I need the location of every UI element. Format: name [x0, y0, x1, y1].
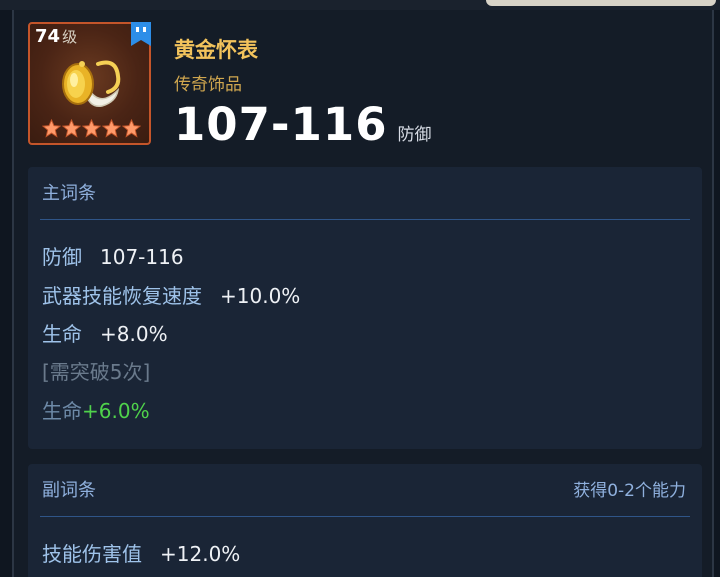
stat-name: 武器技能恢复速度 [42, 284, 202, 308]
stat-name: 防御 [42, 245, 82, 269]
star-icon [102, 119, 121, 138]
sub-stats-section: 副词条 获得0-2个能力 技能伤害值 +12.0% [28, 464, 702, 577]
stat-value: +10.0% [220, 284, 301, 308]
star-icon [122, 119, 141, 138]
top-tab-edge [486, 0, 716, 6]
stat-name: 生命 [42, 322, 82, 346]
main-stats-title: 主词条 [42, 183, 96, 204]
star-icon [62, 119, 81, 138]
stat-value: +12.0% [160, 542, 241, 566]
item-icon-frame[interactable]: 74 级 [28, 22, 151, 145]
sub-stats-hint: 获得0-2个能力 [573, 481, 686, 501]
sub-stat-row: 技能伤害值 +12.0% [42, 538, 240, 567]
star-icon [82, 119, 101, 138]
main-stat-row: 武器技能恢复速度 +10.0% [42, 280, 300, 309]
main-stat-row: 生命 +8.0% [42, 318, 168, 347]
top-strip [0, 0, 720, 10]
stat-value: 107-116 [100, 245, 184, 269]
section-divider [40, 516, 690, 517]
stat-value: +8.0% [100, 322, 168, 346]
item-tooltip-panel: 74 级 黄金怀表 传奇饰品 107-116 防御 主词条 防御 107-116… [12, 10, 714, 577]
breakthrough-requirement: [需突破5次] [42, 360, 151, 384]
item-stat-value: 107-116 [174, 98, 388, 151]
main-stat-row: 防御 107-116 [42, 241, 184, 270]
item-main-stat: 107-116 防御 [174, 98, 432, 151]
star-icon [42, 119, 61, 138]
gold-pocket-watch-icon [62, 60, 121, 107]
item-level-suffix: 级 [62, 28, 78, 46]
item-level-number: 74 [35, 26, 61, 47]
item-rarity: 传奇饰品 [174, 75, 242, 95]
item-name: 黄金怀表 [174, 38, 258, 62]
item-level: 74 级 [35, 26, 77, 47]
bookmark-icon[interactable] [131, 22, 151, 46]
item-stat-unit: 防御 [397, 125, 432, 145]
sub-stats-title: 副词条 [42, 480, 96, 501]
main-stats-section: 主词条 防御 107-116 武器技能恢复速度 +10.0% 生命 +8.0% [需突… [28, 167, 702, 449]
stat-name: 技能伤害值 [42, 542, 142, 566]
locked-stat-row: 生命+6.0% [42, 395, 150, 424]
rarity-stars [42, 119, 141, 141]
stat-value: +6.0% [82, 399, 150, 423]
stat-name: 生命 [42, 399, 82, 423]
section-divider [40, 219, 690, 220]
